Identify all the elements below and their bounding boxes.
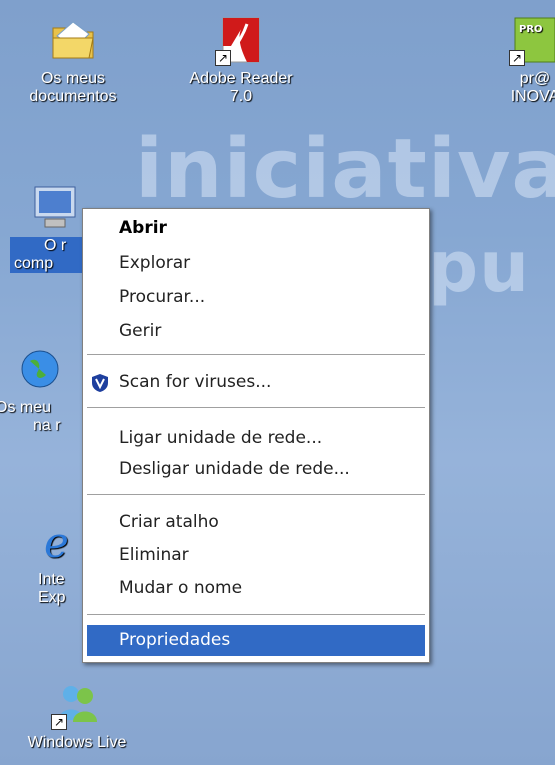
menu-item-desligar-unidade-de-rede[interactable]: Desligar unidade de rede... [87, 454, 425, 485]
menu-item-label: Mudar o nome [119, 578, 243, 598]
menu-item-label: Criar atalho [119, 512, 219, 532]
menu-item-scan-for-viruses[interactable]: Scan for viruses... [87, 367, 425, 398]
desktop-icon-os-meus-locais-na-rede[interactable]: Os meu na r [0, 345, 85, 435]
menu-item-abrir[interactable]: Abrir [87, 213, 425, 244]
menu-item-label: Eliminar [119, 545, 189, 565]
menu-item-criar-atalho[interactable]: Criar atalho [87, 507, 425, 538]
svg-text:PRO: PRO [519, 24, 543, 35]
menu-item-label: Desligar unidade de rede... [119, 459, 350, 479]
pr-inova-icon: PRO ↗ [509, 16, 555, 66]
internet-explorer-icon: e [36, 517, 84, 567]
menu-item-mudar-o-nome[interactable]: Mudar o nome [87, 573, 425, 604]
shortcut-arrow-icon: ↗ [215, 50, 231, 66]
desktop-icon-label: na r [33, 417, 61, 434]
menu-separator [87, 614, 425, 615]
menu-item-ligar-unidade-de-rede[interactable]: Ligar unidade de rede... [87, 423, 425, 454]
windows-live-messenger-icon: ↗ [51, 680, 101, 730]
svg-text:e: e [44, 518, 69, 565]
menu-separator [87, 354, 425, 355]
menu-item-label: Ligar unidade de rede... [119, 428, 323, 448]
desktop-icon-label: Adobe Reader [189, 70, 293, 87]
network-globe-icon [16, 345, 64, 393]
menu-item-propriedades[interactable]: Propriedades [87, 625, 425, 656]
desktop-icon-label: Windows Live [27, 734, 127, 751]
menu-item-label: Abrir [119, 218, 167, 238]
menu-item-eliminar[interactable]: Eliminar [87, 540, 425, 571]
menu-item-label: Explorar [119, 253, 191, 273]
desktop-icon-label: INOVA [510, 88, 555, 105]
antivirus-shield-icon [92, 374, 108, 392]
desktop-icon-windows-live[interactable]: ↗ Windows Live [22, 680, 132, 752]
desktop-icon-pr-inova[interactable]: PRO ↗ pr@ INOVA [480, 16, 555, 106]
desktop-icon-label: Os meu [0, 399, 52, 416]
desktop-icon-adobe-reader[interactable]: ↗ Adobe Reader 7.0 [186, 16, 296, 106]
menu-separator [87, 407, 425, 408]
menu-item-label: Propriedades [119, 630, 231, 650]
folder-icon [49, 16, 97, 64]
desktop-icon-label: pr@ [519, 70, 551, 87]
desktop-icon-label: documentos [29, 88, 117, 105]
desktop-icon-label: 7.0 [229, 88, 253, 105]
menu-item-label: Gerir [119, 321, 162, 341]
context-menu: Abrir Explorar Procurar... Gerir Scan fo… [82, 208, 430, 663]
menu-item-gerir[interactable]: Gerir [87, 316, 425, 347]
wallpaper-text: iniciativa [135, 122, 555, 217]
adobe-reader-icon: ↗ [215, 16, 265, 66]
menu-item-procurar[interactable]: Procurar... [87, 282, 425, 313]
menu-separator [87, 494, 425, 495]
menu-item-label: Procurar... [119, 287, 206, 307]
computer-icon [31, 183, 79, 231]
wallpaper-text: pu [428, 226, 530, 308]
shortcut-arrow-icon: ↗ [509, 50, 525, 66]
menu-item-explorar[interactable]: Explorar [87, 248, 425, 279]
desktop-icon-os-meus-documentos[interactable]: Os meus documentos [18, 16, 128, 106]
menu-item-label: Scan for viruses... [119, 372, 272, 392]
shortcut-arrow-icon: ↗ [51, 714, 67, 730]
desktop-icon-label: Os meus [40, 70, 105, 87]
